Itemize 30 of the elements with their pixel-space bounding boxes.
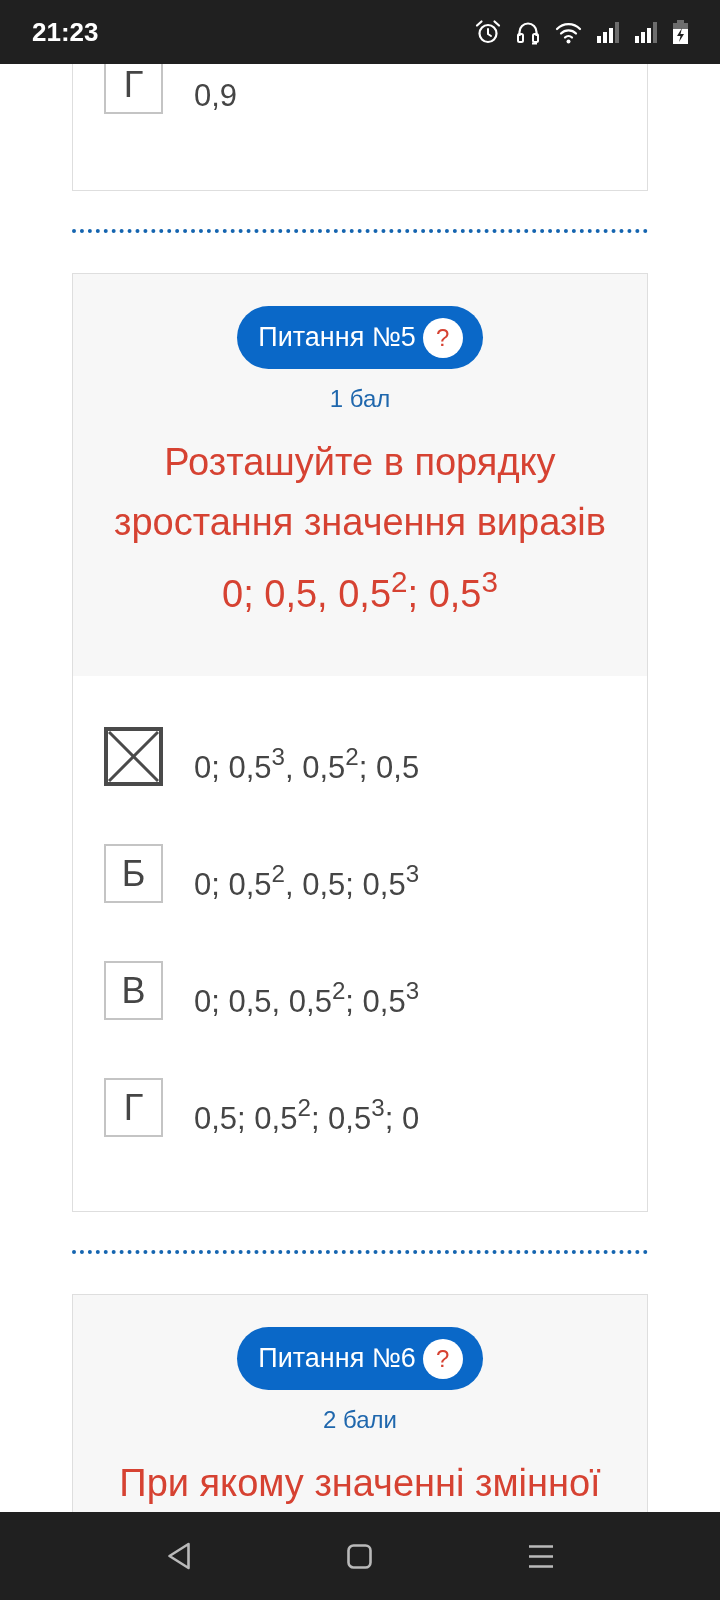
question-text: При якому значенні змінної <box>118 1461 602 1506</box>
headphones-icon <box>515 19 541 45</box>
answer-text: 0; 0,5, 0,5$^{2}$; 0,5$^{3}$ <box>194 976 420 1020</box>
points-label: 2 бали <box>322 1405 398 1435</box>
answer-checkbox[interactable] <box>104 727 163 786</box>
alarm-clock-icon <box>475 19 501 45</box>
question-expression: 0; 0,5, 0,5$^{2}$; 0,5$^{3}$ <box>221 564 499 617</box>
question-text: Розташуйте в порядку зростання значення виразів <box>113 440 607 545</box>
cross-mark-icon <box>108 731 159 782</box>
battery-charging-icon <box>672 20 689 44</box>
answer-checkbox[interactable]: Б <box>104 844 163 903</box>
signal-icon <box>596 20 620 44</box>
answer-text: 0; 0,5$^{2}$, 0,5; 0,5$^{3}$ <box>194 859 420 903</box>
answer-text: 0,5; 0,5$^{2}$; 0,5$^{3}$; 0 <box>194 1093 420 1137</box>
help-button[interactable]: ? <box>422 1338 463 1379</box>
help-button[interactable]: ? <box>422 317 463 358</box>
wifi-icon <box>555 20 582 44</box>
points-label: 1 бал <box>328 384 392 414</box>
answer-text: 0,9 <box>194 76 238 114</box>
answer-checkbox[interactable]: Г <box>104 64 163 114</box>
menu-icon[interactable] <box>527 1544 554 1568</box>
answer-text: 0; 0,5$^{3}$, 0,5$^{2}$; 0,5 <box>194 742 420 786</box>
clock-time: 21:23 <box>32 19 99 45</box>
back-icon[interactable] <box>166 1542 191 1570</box>
answer-checkbox[interactable]: Г <box>104 1078 163 1137</box>
signal-icon <box>634 20 658 44</box>
answer-checkbox[interactable]: В <box>104 961 163 1020</box>
question-number-label: Питання №6 <box>258 1345 416 1372</box>
home-icon[interactable] <box>346 1543 372 1569</box>
question-number-label: Питання №5 <box>258 324 416 351</box>
